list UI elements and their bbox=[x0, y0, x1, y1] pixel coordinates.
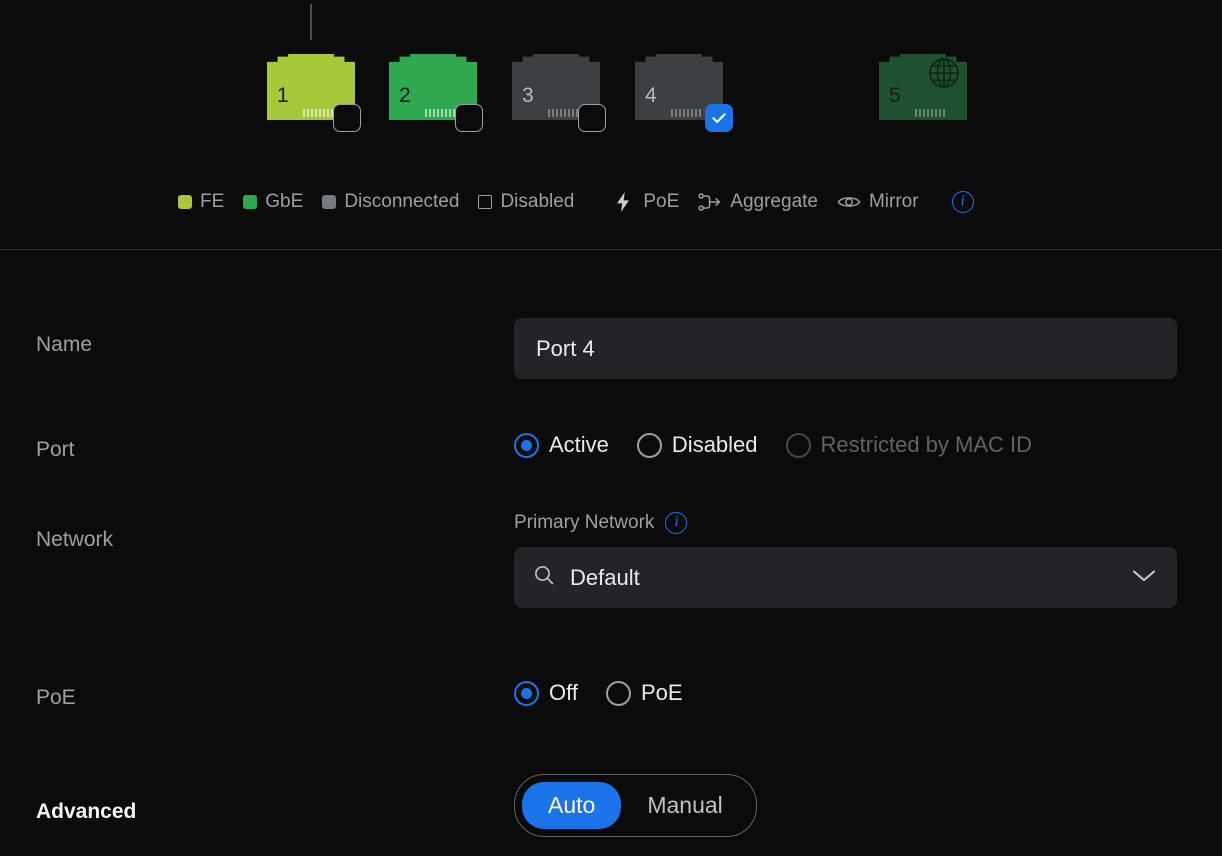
port-5[interactable]: 5 bbox=[879, 42, 967, 120]
search-icon bbox=[532, 563, 556, 592]
legend-label-fe: FE bbox=[200, 191, 225, 212]
name-input[interactable] bbox=[514, 318, 1177, 379]
port-2-number: 2 bbox=[399, 84, 411, 107]
legend-item-gbe: GbE bbox=[243, 191, 303, 213]
globe-icon bbox=[927, 56, 961, 90]
legend-item-mirror: Mirror bbox=[837, 191, 919, 213]
radio-dot-restricted-icon bbox=[785, 432, 811, 458]
primary-network-sublabel-wrap: Primary Network i bbox=[514, 512, 1177, 534]
legend-item-poe: PoE bbox=[611, 191, 679, 213]
bolt-icon bbox=[611, 191, 635, 213]
radio-poe-on[interactable]: PoE bbox=[605, 680, 683, 706]
poe-radio-group: Off PoE bbox=[514, 680, 683, 706]
port-state-radio-group: Active Disabled Restricted by MAC ID bbox=[514, 432, 1032, 458]
eye-icon bbox=[837, 191, 861, 213]
cable-indicator-port-1 bbox=[310, 4, 312, 40]
radio-dot-active-icon bbox=[514, 432, 539, 458]
radio-port-disabled[interactable]: Disabled bbox=[636, 432, 758, 458]
radio-label-poe: PoE bbox=[640, 680, 683, 705]
disabled-swatch-icon bbox=[478, 195, 493, 209]
name-control bbox=[514, 318, 1177, 379]
legend-item-aggregate: Aggregate bbox=[698, 191, 818, 213]
legend-item-fe: FE bbox=[178, 191, 224, 213]
label-poe: PoE bbox=[36, 686, 76, 709]
port-3[interactable]: 3 bbox=[512, 42, 606, 132]
legend-label-disconnected: Disconnected bbox=[344, 191, 460, 212]
port-4[interactable]: 4 bbox=[635, 42, 733, 132]
radio-dot-disabled-icon bbox=[636, 432, 662, 458]
segment-manual[interactable]: Manual bbox=[621, 782, 748, 829]
radio-label-off: Off bbox=[549, 680, 578, 705]
radio-label-disabled: Disabled bbox=[671, 432, 758, 457]
advanced-segmented-control: Auto Manual bbox=[514, 774, 757, 837]
port-2[interactable]: 2 bbox=[389, 42, 483, 132]
poe-control: Off PoE bbox=[514, 680, 683, 706]
advanced-control: Auto Manual bbox=[514, 774, 757, 837]
primary-network-select[interactable]: Default bbox=[514, 547, 1177, 608]
segment-auto[interactable]: Auto bbox=[522, 782, 622, 829]
label-name: Name bbox=[36, 333, 93, 356]
port-5-pins bbox=[915, 109, 955, 117]
port-5-number: 5 bbox=[889, 84, 901, 107]
radio-poe-off[interactable]: Off bbox=[514, 680, 578, 706]
label-advanced: Advanced bbox=[36, 800, 137, 823]
primary-network-label: Primary Network bbox=[514, 512, 655, 533]
check-icon bbox=[712, 113, 726, 124]
chevron-down-icon[interactable] bbox=[1131, 567, 1157, 588]
disconnected-swatch-icon bbox=[322, 195, 337, 209]
radio-dot-poe-icon bbox=[605, 680, 631, 706]
label-network: Network bbox=[36, 528, 114, 551]
fe-swatch-icon bbox=[178, 195, 192, 209]
port-4-checkbox[interactable] bbox=[705, 104, 733, 132]
network-info-icon[interactable]: i bbox=[665, 512, 688, 534]
port-4-number: 4 bbox=[645, 84, 657, 107]
radio-label-active: Active bbox=[549, 432, 609, 457]
radio-dot-off-icon bbox=[514, 680, 539, 706]
port-2-checkbox[interactable] bbox=[455, 104, 483, 132]
legend-label-poe: PoE bbox=[643, 191, 680, 212]
ports-row: 1 2 3 4 5 bbox=[0, 0, 1222, 148]
port-1[interactable]: 1 bbox=[267, 42, 361, 132]
legend-label-gbe: GbE bbox=[265, 191, 304, 212]
gbe-swatch-icon bbox=[243, 195, 258, 209]
port-3-checkbox[interactable] bbox=[578, 104, 606, 132]
legend-label-mirror: Mirror bbox=[868, 191, 919, 212]
port-1-checkbox[interactable] bbox=[333, 104, 361, 132]
radio-port-restricted-mac: Restricted by MAC ID bbox=[785, 432, 1033, 458]
network-control: Primary Network i Default bbox=[514, 512, 1177, 608]
port-3-number: 3 bbox=[522, 84, 534, 107]
port-map-panel: 1 2 3 4 5 FE GbE Disconnected Disabled P… bbox=[0, 0, 1222, 250]
label-port: Port bbox=[36, 438, 75, 461]
radio-label-restricted: Restricted by MAC ID bbox=[820, 432, 1033, 457]
legend-label-disabled: Disabled bbox=[500, 191, 575, 212]
port-1-number: 1 bbox=[277, 84, 289, 107]
legend-item-disabled: Disabled bbox=[478, 191, 574, 213]
primary-network-value: Default bbox=[570, 564, 640, 590]
legend-label-aggregate: Aggregate bbox=[730, 191, 818, 212]
legend: FE GbE Disconnected Disabled PoE Aggrega… bbox=[178, 185, 974, 219]
aggregate-icon bbox=[698, 191, 722, 213]
legend-item-disconnected: Disconnected bbox=[322, 191, 459, 213]
legend-info-icon[interactable]: i bbox=[951, 191, 974, 213]
radio-port-active[interactable]: Active bbox=[514, 432, 609, 458]
port-state-control: Active Disabled Restricted by MAC ID bbox=[514, 432, 1032, 458]
